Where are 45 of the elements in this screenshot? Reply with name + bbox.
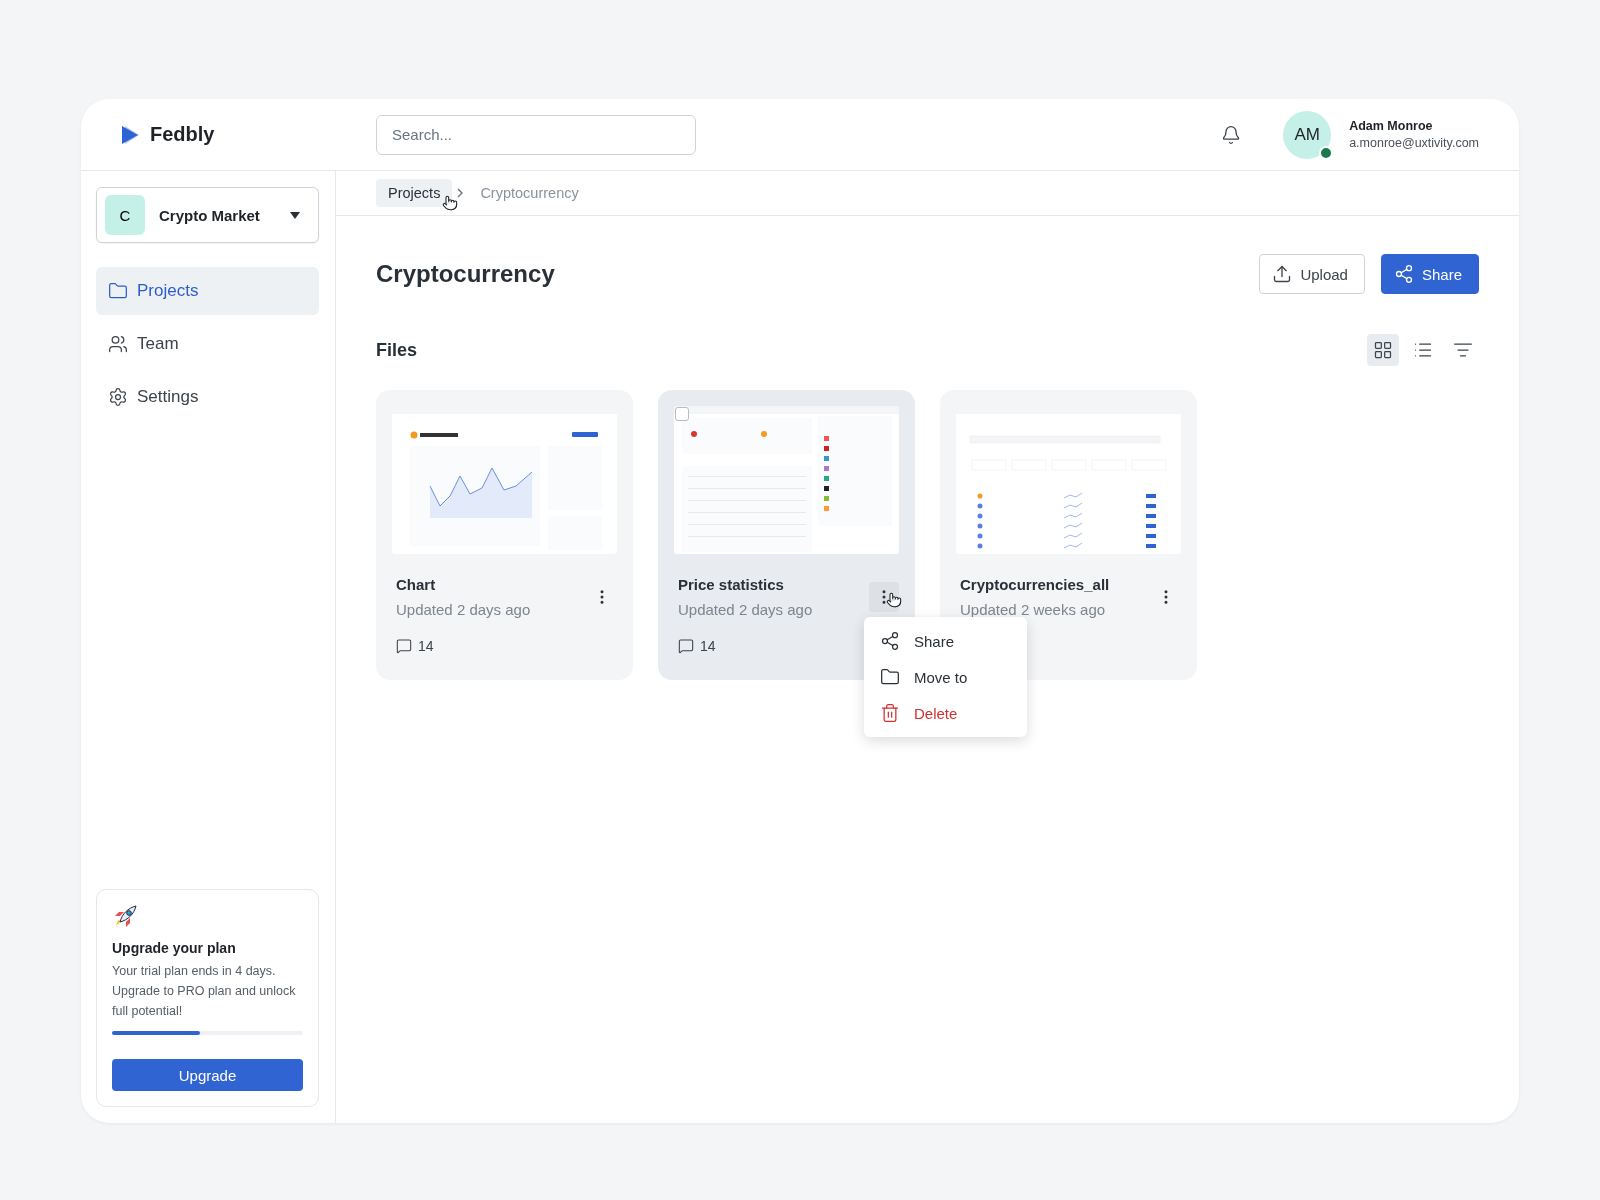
upgrade-title: Upgrade your plan xyxy=(112,940,237,956)
menu-item[interactable]: Delete xyxy=(864,695,1027,731)
settings-icon xyxy=(108,387,128,407)
upgrade-text: Your trial plan ends in 4 days. Upgrade to PRO plan and unlock full potential! xyxy=(112,963,297,1020)
upload-button[interactable]: Upload xyxy=(1259,254,1365,294)
folder-icon xyxy=(108,281,128,301)
nav-item[interactable]: Settings xyxy=(96,373,319,421)
file-updated-time: Updated 2 days ago xyxy=(396,601,531,618)
search-field[interactable]: Search... xyxy=(376,114,696,155)
user-email: a.monroe@uxtivity.com xyxy=(1349,136,1479,150)
upgrade-button[interactable]: Upgrade xyxy=(112,1059,303,1091)
page-title: Cryptocurrency xyxy=(376,260,555,288)
file-card[interactable]: Price statistics Updated 2 days ago 14 xyxy=(658,390,915,680)
file-updated-time: Updated 2 weeks ago xyxy=(960,601,1107,618)
workspace-avatar: C xyxy=(105,195,145,235)
file-name: Chart xyxy=(396,576,437,593)
workspace-selector[interactable]: C Crypto Market xyxy=(96,187,319,243)
file-card[interactable]: Chart Updated 2 days ago 14 xyxy=(376,390,633,680)
file-updated-time: Updated 2 days ago xyxy=(678,601,813,618)
upload-icon xyxy=(1272,264,1293,284)
comment-icon xyxy=(678,638,694,654)
share-button[interactable]: Share xyxy=(1380,254,1479,294)
share-icon xyxy=(880,631,900,651)
chevron-right-icon xyxy=(456,188,465,198)
grid-view-icon[interactable] xyxy=(1367,334,1399,366)
file-name: Price statistics xyxy=(678,576,785,593)
folder-icon xyxy=(880,667,900,687)
breadcrumb-link[interactable]: Projects xyxy=(376,179,453,207)
brand-name: Fedbly xyxy=(150,123,215,146)
nav-item[interactable]: Projects xyxy=(96,267,319,315)
hand-cursor-icon xyxy=(442,195,458,211)
nav-item[interactable]: Team xyxy=(96,320,319,368)
share-icon xyxy=(1393,264,1414,284)
trash-icon xyxy=(880,703,900,723)
users-icon xyxy=(108,334,128,354)
comment-count: 14 xyxy=(418,638,434,654)
comment-count: 14 xyxy=(700,638,716,654)
caret-icon xyxy=(290,211,300,219)
user-name: Adam Monroe xyxy=(1349,119,1434,133)
checkbox[interactable] xyxy=(675,407,689,421)
file-name: Cryptocurrencies_all xyxy=(960,576,1110,593)
comment-icon xyxy=(396,638,412,654)
hand-cursor-icon xyxy=(886,592,902,608)
user-avatar[interactable]: AM xyxy=(1283,110,1332,159)
section-title: Files xyxy=(376,339,418,361)
